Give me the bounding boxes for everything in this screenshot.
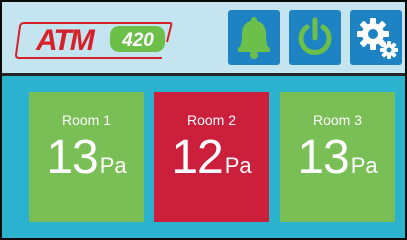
header-bar: ATM 420 [2,2,405,76]
gear-icon [357,18,398,59]
logo-model-text: 420 [121,30,154,51]
room-3-tile[interactable]: Room 3 13Pa [280,92,395,222]
room-3-name: Room 3 [312,112,363,128]
room-1-reading: 13Pa [29,130,144,185]
power-icon [298,17,332,55]
hmi-screen: ATM 420 Room 1 13Pa Room 2 12Pa Room 3 1… [0,0,407,240]
room-2-name: Room 2 [186,112,237,128]
room-3-reading: 13Pa [280,130,395,185]
bell-icon [238,17,270,59]
room-2-value: 12 [171,131,223,184]
room-2-unit: Pa [224,153,252,178]
atm420-logo: ATM 420 [14,22,173,59]
room-2-tile[interactable]: Room 2 12Pa [154,92,269,222]
room-2-reading: 12Pa [154,130,269,185]
room-3-unit: Pa [350,153,378,178]
settings-button[interactable] [350,10,402,65]
room-1-name: Room 1 [61,112,112,128]
alarm-button[interactable] [228,10,280,65]
room-3-value: 13 [297,131,349,184]
room-1-tile[interactable]: Room 1 13Pa [29,92,144,222]
room-1-unit: Pa [99,153,127,178]
logo-brand-text: ATM [35,24,96,57]
power-button[interactable] [289,10,341,65]
room-1-value: 13 [46,131,98,184]
